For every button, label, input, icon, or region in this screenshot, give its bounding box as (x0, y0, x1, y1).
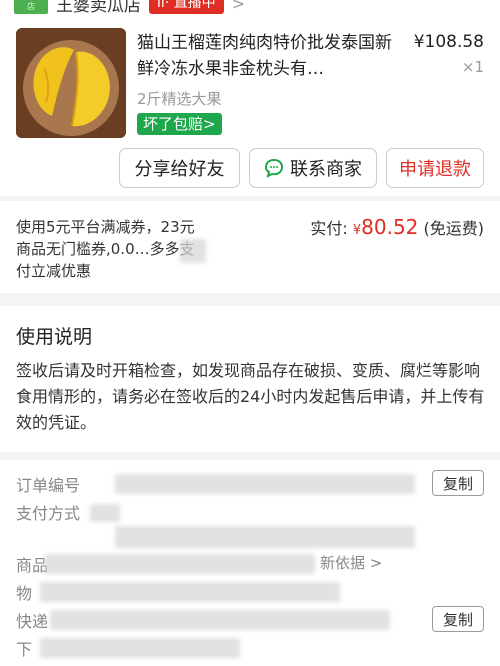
product-spec: 2斤精选大果 (137, 90, 222, 108)
durian-image (16, 28, 126, 138)
payment-method-label: 支付方式 (16, 504, 81, 523)
contact-label: 联系商家 (290, 159, 362, 180)
copy-tracking-button[interactable]: 复制 (432, 606, 484, 632)
product-price: ¥108.58 (413, 32, 484, 52)
proof-link[interactable]: 新依据 > (320, 552, 382, 573)
redacted-block (115, 526, 415, 548)
redacted-block (40, 582, 340, 602)
shop-header[interactable]: 王婆卖瓜店 王婆卖瓜店 ıl· 直播中 > (14, 0, 246, 16)
next-label: 下 (16, 640, 33, 659)
discount-text: 使用5元平台满减券，23元商品无门槛券,0.0…多多支付立减优惠 (16, 218, 195, 280)
shipping-note: (免运费) (423, 219, 485, 238)
live-badge[interactable]: ıl· 直播中 (149, 0, 224, 14)
amount-value: 80.52 (361, 215, 419, 239)
refund-label: 申请退款 (399, 159, 471, 180)
share-label: 分享给好友 (134, 159, 225, 180)
product-title[interactable]: 猫山王榴莲肉纯肉特价批发泰国新鲜冷冻水果非金枕头有… (137, 30, 407, 82)
currency-symbol: ¥ (352, 223, 362, 238)
product-snapshot-label: 商品 (16, 556, 49, 575)
product-card: 王婆卖瓜店 王婆卖瓜店 ıl· 直播中 > 猫山王榴莲肉纯肉特价批发泰国新鲜冷冻… (0, 0, 500, 196)
guarantee-badge[interactable]: 坏了包赔> (137, 113, 222, 135)
paid-amount: 实付: ¥80.52 (免运费) (310, 215, 484, 239)
order-number-label: 订单编号 (16, 476, 81, 495)
instructions-body: 签收后请及时开箱检查，如发现商品存在破损、变质、腐烂等影响食用情形的，请务必在签… (16, 361, 485, 432)
instructions-heading: 使用说明 (16, 326, 93, 348)
copy-order-number-button[interactable]: 复制 (432, 470, 484, 496)
live-icon: ıl· (157, 0, 170, 11)
redacted-block (180, 239, 206, 263)
product-quantity: ×1 (461, 58, 484, 76)
shop-name[interactable]: 王婆卖瓜店 (56, 0, 141, 16)
logistics-label: 物 (16, 584, 33, 603)
live-label: 直播中 (173, 0, 216, 11)
usage-instructions: 使用说明 签收后请及时开箱检查，如发现商品存在破损、变质、腐烂等影响食用情形的，… (0, 306, 500, 452)
chat-icon (264, 158, 284, 178)
redacted-order-number (115, 474, 415, 494)
paid-label: 实付: (310, 219, 348, 238)
payment-summary: 使用5元平台满减券，23元商品无门槛券,0.0…多多支付立减优惠 实付: ¥80… (0, 201, 500, 293)
contact-seller-button[interactable]: 联系商家 (249, 148, 377, 188)
shop-logo: 王婆卖瓜店 (14, 0, 48, 14)
redacted-block (45, 554, 315, 574)
order-info: 订单编号 复制 支付方式 商品 新依据 > 物 快递 复制 下 (0, 460, 500, 666)
express-label: 快递 (16, 612, 49, 631)
share-button[interactable]: 分享给好友 (119, 148, 240, 188)
redacted-block (40, 638, 240, 658)
refund-button[interactable]: 申请退款 (386, 148, 484, 188)
chevron-right-icon: > (231, 0, 246, 13)
redacted-block (90, 504, 120, 522)
redacted-block (50, 610, 390, 630)
product-image[interactable] (16, 28, 126, 138)
